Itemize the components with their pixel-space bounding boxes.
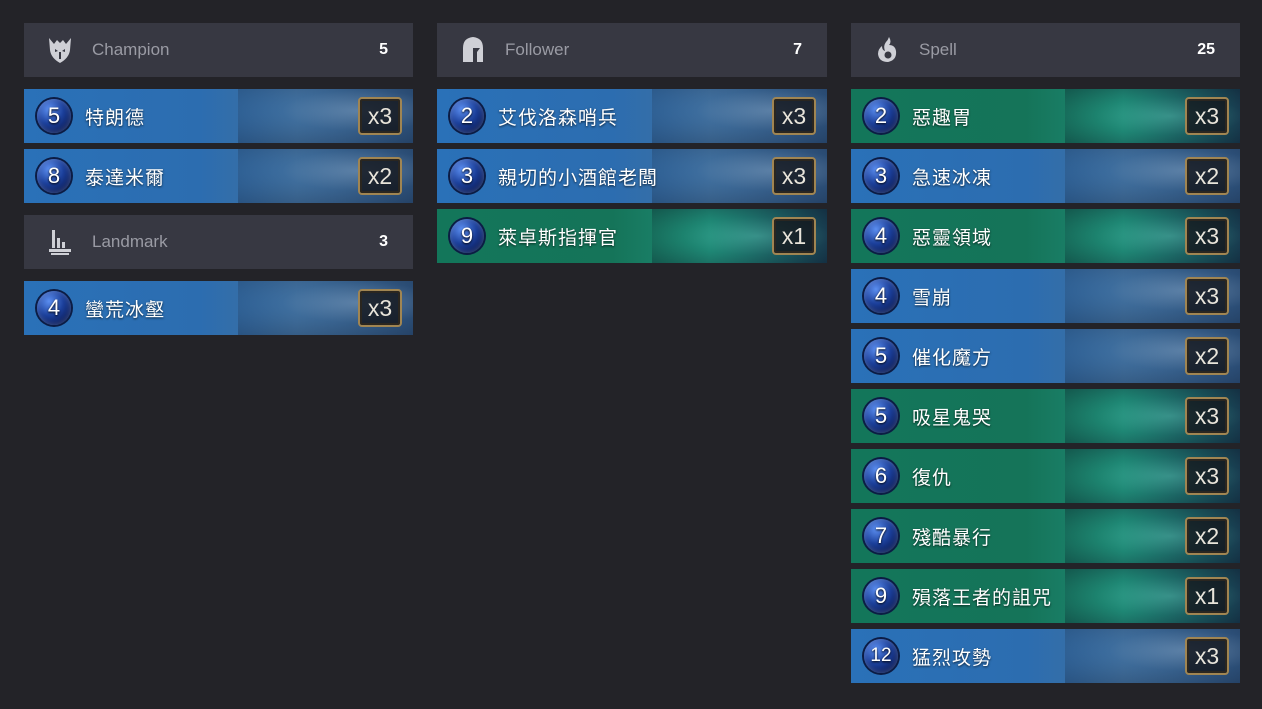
copies-badge: x2: [1185, 337, 1229, 375]
group-count: 3: [379, 233, 388, 250]
card-name: 艾伐洛森哨兵: [498, 106, 619, 129]
group-label: Follower: [505, 40, 570, 59]
group-header-landmark[interactable]: Landmark 3: [24, 215, 413, 269]
copies-badge: x3: [358, 289, 402, 327]
card-row[interactable]: 9 萊卓斯指揮官 x1: [437, 209, 827, 263]
mana-cost-gem: 7: [864, 519, 898, 553]
mana-cost-gem: 2: [450, 99, 484, 133]
copies-badge: x3: [358, 97, 402, 135]
copies-badge: x3: [1185, 637, 1229, 675]
copies-badge: x2: [358, 157, 402, 195]
card-row[interactable]: 2 惡趣胃 x3: [851, 89, 1240, 143]
card-name: 萊卓斯指揮官: [498, 226, 619, 249]
card-name: 特朗德: [85, 106, 146, 129]
card-row[interactable]: 4 蠻荒冰壑 x3: [24, 281, 413, 335]
card-row[interactable]: 12 猛烈攻勢 x3: [851, 629, 1240, 683]
copies-badge: x3: [1185, 217, 1229, 255]
copies-badge: x3: [1185, 97, 1229, 135]
mana-cost-gem: 5: [864, 339, 898, 373]
card-name: 猛烈攻勢: [912, 646, 993, 669]
group-header-follower[interactable]: Follower 7: [437, 23, 827, 77]
copies-badge: x3: [1185, 397, 1229, 435]
copies-badge: x2: [1185, 517, 1229, 555]
card-row[interactable]: 7 殘酷暴行 x2: [851, 509, 1240, 563]
group-label: Landmark: [92, 232, 168, 251]
group-header-champion[interactable]: Champion 5: [24, 23, 413, 77]
card-row[interactable]: 5 吸星鬼哭 x3: [851, 389, 1240, 443]
spell-flame-icon: [874, 35, 900, 65]
copies-badge: x3: [1185, 457, 1229, 495]
card-row[interactable]: 6 復仇 x3: [851, 449, 1240, 503]
copies-badge: x3: [772, 157, 816, 195]
mana-cost-gem: 5: [37, 99, 71, 133]
card-row[interactable]: 5 催化魔方 x2: [851, 329, 1240, 383]
follower-helmet-icon: [460, 35, 486, 65]
mana-cost-gem: 5: [864, 399, 898, 433]
copies-badge: x3: [772, 97, 816, 135]
mana-cost-gem: 4: [37, 291, 71, 325]
landmark-icon: [47, 227, 73, 257]
card-name: 惡靈領域: [912, 226, 993, 249]
champion-helmet-icon: [47, 35, 73, 65]
card-row[interactable]: 4 惡靈領域 x3: [851, 209, 1240, 263]
mana-cost-gem: 9: [864, 579, 898, 613]
mana-cost-gem: 4: [864, 219, 898, 253]
card-row[interactable]: 3 急速冰凍 x2: [851, 149, 1240, 203]
mana-cost-gem: 9: [450, 219, 484, 253]
card-row[interactable]: 5 特朗德 x3: [24, 89, 413, 143]
deck-column-right: Spell 25 2 惡趣胃 x3 3 急速冰凍 x2 4 惡靈領域 x3 4 雪崩 x3 5 催化魔方 x2 5…: [851, 23, 1240, 695]
deck-list: Champion 5 5 特朗德 x3 8 泰達米爾 x2 Landmark 3 4 蠻荒冰壑 x3 F…: [0, 0, 1262, 709]
mana-cost-gem: 3: [864, 159, 898, 193]
card-row[interactable]: 4 雪崩 x3: [851, 269, 1240, 323]
card-name: 催化魔方: [912, 346, 993, 369]
copies-badge: x1: [1185, 577, 1229, 615]
mana-cost-gem: 6: [864, 459, 898, 493]
group-header-spell[interactable]: Spell 25: [851, 23, 1240, 77]
card-row[interactable]: 2 艾伐洛森哨兵 x3: [437, 89, 827, 143]
card-row[interactable]: 3 親切的小酒館老闆 x3: [437, 149, 827, 203]
group-count: 5: [379, 41, 388, 58]
card-row[interactable]: 9 殞落王者的詛咒 x1: [851, 569, 1240, 623]
card-name: 吸星鬼哭: [912, 406, 993, 429]
mana-cost-gem: 12: [864, 639, 898, 673]
mana-cost-gem: 3: [450, 159, 484, 193]
mana-cost-gem: 8: [37, 159, 71, 193]
card-name: 急速冰凍: [912, 166, 993, 189]
copies-badge: x1: [772, 217, 816, 255]
card-name: 泰達米爾: [85, 166, 166, 189]
deck-column-left: Champion 5 5 特朗德 x3 8 泰達米爾 x2 Landmark 3 4 蠻荒冰壑 x3: [24, 23, 413, 347]
mana-cost-gem: 4: [864, 279, 898, 313]
card-name: 雪崩: [912, 286, 953, 309]
copies-badge: x3: [1185, 277, 1229, 315]
card-name: 殘酷暴行: [912, 526, 993, 549]
card-name: 惡趣胃: [912, 106, 973, 129]
card-row[interactable]: 8 泰達米爾 x2: [24, 149, 413, 203]
group-count: 7: [793, 41, 802, 58]
group-count: 25: [1197, 41, 1215, 58]
group-label: Spell: [919, 40, 957, 59]
group-label: Champion: [92, 40, 170, 59]
card-name: 復仇: [912, 466, 953, 489]
mana-cost-gem: 2: [864, 99, 898, 133]
deck-column-middle: Follower 7 2 艾伐洛森哨兵 x3 3 親切的小酒館老闆 x3 9 萊卓斯指揮官 x1: [437, 23, 827, 275]
copies-badge: x2: [1185, 157, 1229, 195]
card-name: 蠻荒冰壑: [85, 298, 166, 321]
card-name: 親切的小酒館老闆: [498, 166, 659, 189]
card-name: 殞落王者的詛咒: [912, 586, 1053, 609]
